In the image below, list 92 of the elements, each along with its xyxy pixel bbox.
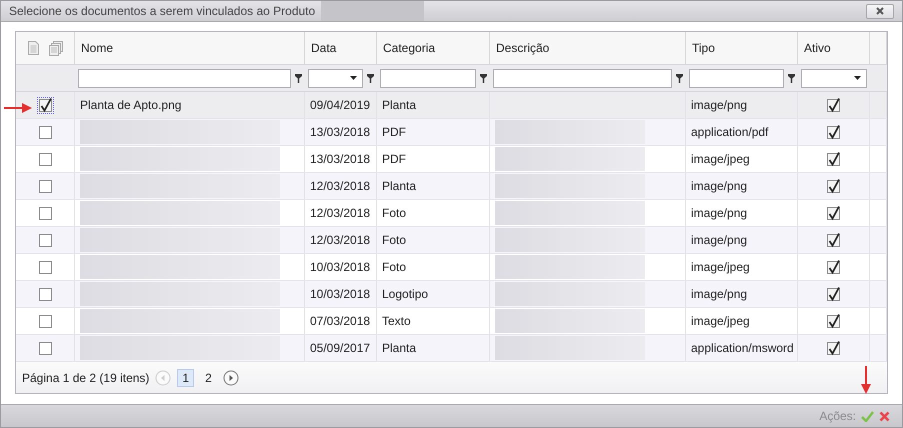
table-cell: PDF (382, 152, 406, 166)
table-cell: Planta (382, 179, 416, 193)
table-cell: 13/03/2018 (310, 152, 370, 166)
table-cell: application/pdf (691, 125, 768, 139)
table-row[interactable]: 12/03/2018 Planta image/png (16, 173, 887, 200)
table-cell: Foto (382, 260, 406, 274)
table-cell: 10/03/2018 (310, 287, 370, 301)
pointer-arrow (4, 103, 32, 113)
table-row[interactable]: 05/09/2017 Planta application/msword (16, 335, 887, 362)
close-icon[interactable] (875, 7, 885, 15)
filter-field[interactable] (493, 68, 672, 88)
table-cell: image/png (691, 233, 748, 247)
checkbox[interactable] (826, 206, 841, 220)
table-cell: Planta (382, 98, 416, 112)
checkbox[interactable] (826, 340, 841, 356)
table-row[interactable]: 12/03/2018 Foto image/png (16, 227, 887, 254)
table-cell: 12/03/2018 (310, 206, 370, 220)
document-icon[interactable] (28, 41, 38, 55)
column-header[interactable]: Descrição (496, 41, 550, 55)
checkbox[interactable] (38, 260, 52, 274)
checkbox[interactable] (826, 178, 841, 194)
filter-dropdown[interactable] (801, 68, 867, 88)
table-cell: application/msword (691, 341, 794, 355)
pager-summary: Página 1 de 2 (19 itens) (22, 370, 150, 384)
table-row[interactable]: 10/03/2018 Logotipo image/png (16, 281, 887, 308)
checkbox[interactable] (826, 98, 841, 112)
table-cell: image/jpeg (691, 152, 750, 166)
table-cell: image/png (691, 98, 748, 112)
table-row[interactable]: Planta de Apto.png 09/04/2019 Planta image/png (16, 92, 887, 119)
checkbox[interactable] (38, 152, 52, 166)
cancel-icon[interactable] (879, 410, 890, 422)
checkbox[interactable] (38, 314, 52, 328)
table-cell: 09/04/2019 (310, 98, 370, 112)
table-row[interactable]: 10/03/2018 Foto image/jpeg (16, 254, 887, 281)
column-header[interactable]: Tipo (692, 41, 715, 55)
checkbox[interactable] (826, 260, 841, 274)
table-cell: PDF (382, 125, 406, 139)
column-header[interactable]: Categoria (383, 41, 436, 55)
table-cell: 07/03/2018 (310, 314, 370, 328)
table-cell: Planta de Apto.png (80, 98, 182, 112)
table-row[interactable]: 13/03/2018 PDF application/pdf (16, 119, 887, 146)
caret-icon (854, 76, 861, 80)
filter-icon[interactable] (295, 74, 302, 82)
checkbox[interactable] (38, 286, 52, 302)
checkbox[interactable] (38, 206, 52, 220)
filter-field[interactable] (689, 68, 784, 88)
table-cell: Texto (382, 314, 411, 328)
filter-icon[interactable] (367, 74, 374, 82)
filter-field[interactable] (380, 68, 476, 88)
documents-icon[interactable] (48, 40, 62, 56)
checkbox[interactable] (38, 178, 52, 194)
column-header[interactable]: Ativo (804, 41, 831, 55)
table-cell: image/jpeg (691, 260, 750, 274)
caret-icon (350, 76, 357, 80)
next-page-icon[interactable] (222, 370, 239, 386)
checkbox[interactable] (38, 232, 52, 248)
table-cell: image/png (691, 206, 748, 220)
checkbox[interactable] (826, 152, 841, 166)
column-header[interactable]: Data (311, 41, 336, 55)
checkbox[interactable] (38, 98, 52, 112)
column-header[interactable]: Nome (81, 41, 114, 55)
checkbox[interactable] (38, 340, 52, 356)
table-cell: image/jpeg (691, 314, 750, 328)
table-row[interactable]: 07/03/2018 Texto image/jpeg (16, 308, 887, 335)
filter-icon[interactable] (788, 74, 795, 82)
table-cell: 12/03/2018 (310, 233, 370, 247)
table-cell: 05/09/2017 (310, 341, 370, 355)
actions-label: Ações: (819, 409, 856, 423)
table-cell: Foto (382, 233, 406, 247)
filter-field[interactable] (78, 68, 291, 88)
table-cell: 10/03/2018 (310, 260, 370, 274)
checkbox[interactable] (826, 124, 841, 140)
filter-icon[interactable] (676, 74, 683, 82)
table-row[interactable]: 12/03/2018 Foto image/png (16, 200, 887, 227)
table-cell: image/png (691, 287, 748, 301)
table-cell: 12/03/2018 (310, 179, 370, 193)
page-button[interactable]: 2 (200, 368, 217, 386)
checkbox[interactable] (826, 232, 841, 248)
filter-icon[interactable] (480, 74, 487, 82)
table-cell: image/png (691, 179, 748, 193)
checkbox[interactable] (826, 286, 841, 302)
page-button[interactable]: 1 (177, 368, 194, 386)
table-cell: 13/03/2018 (310, 125, 370, 139)
table-cell: Foto (382, 206, 406, 220)
close-button[interactable] (866, 4, 894, 18)
table-cell: Logotipo (382, 287, 428, 301)
pointer-arrow (861, 366, 871, 394)
table-row[interactable]: 13/03/2018 PDF image/jpeg (16, 146, 887, 173)
window-title: Selecione os documentos a serem vinculados ao Produto (9, 4, 316, 18)
checkbox[interactable] (38, 124, 52, 140)
checkbox[interactable] (826, 314, 841, 328)
table-cell: Planta (382, 341, 416, 355)
